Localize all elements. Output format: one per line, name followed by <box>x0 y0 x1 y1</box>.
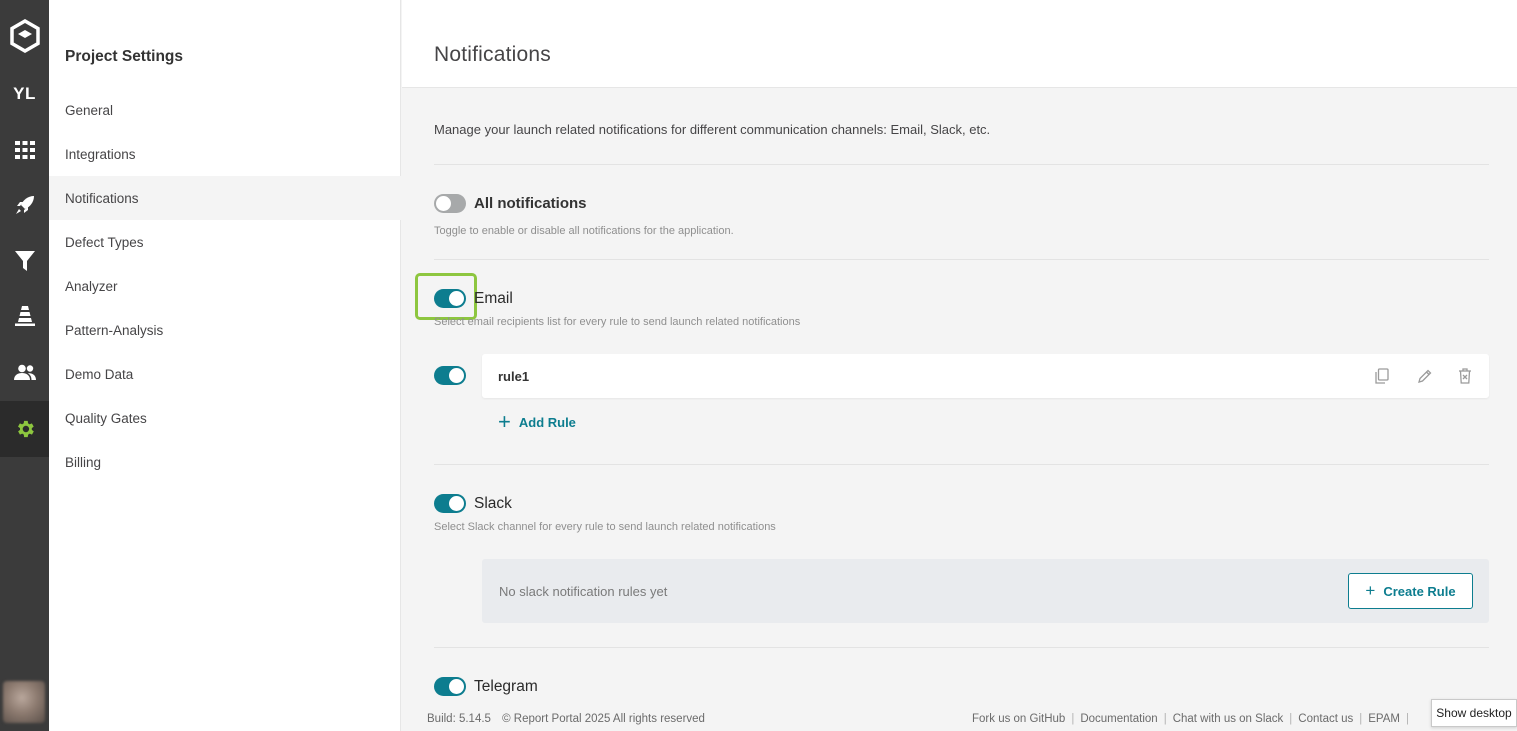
rule-name: rule1 <box>498 369 530 384</box>
email-rule-card[interactable]: rule1 <box>482 354 1489 398</box>
page-header: Notifications <box>402 0 1517 88</box>
slack-empty-text: No slack notification rules yet <box>499 584 668 599</box>
footer-link-documentation[interactable]: Documentation <box>1080 713 1157 725</box>
page-footer: Build: 5.14.5 © Report Portal 2025 All r… <box>427 711 1517 731</box>
footer-links: Fork us on GitHub | Documentation | Chat wit… <box>972 713 1410 725</box>
dashboard-grid-icon[interactable] <box>0 122 49 178</box>
telegram-toggle[interactable] <box>434 677 466 696</box>
show-desktop-tooltip: Show desktop <box>1431 699 1517 727</box>
settings-sidebar: Project Settings General Integrations No… <box>49 0 401 731</box>
rule1-toggle[interactable] <box>434 366 466 385</box>
add-rule-button[interactable]: + Add Rule <box>498 409 576 434</box>
footer-build-info: Build: 5.14.5 © Report Portal 2025 All r… <box>427 713 705 725</box>
slack-empty-state: No slack notification rules yet + Create… <box>482 559 1489 623</box>
copy-icon[interactable] <box>1373 367 1391 385</box>
report-portal-logo-icon[interactable] <box>0 8 49 64</box>
rocket-launches-icon[interactable] <box>0 177 49 233</box>
email-label: Email <box>474 290 513 307</box>
sidebar-item-defect-types[interactable]: Defect Types <box>49 220 401 264</box>
sidebar-item-integrations[interactable]: Integrations <box>49 132 401 176</box>
sidebar-item-quality-gates[interactable]: Quality Gates <box>49 396 401 440</box>
sidebar-item-analyzer[interactable]: Analyzer <box>49 264 401 308</box>
sidebar-item-billing[interactable]: Billing <box>49 440 401 484</box>
email-hint: Select email recipients list for every r… <box>434 316 801 328</box>
sidebar-item-demo-data[interactable]: Demo Data <box>49 352 401 396</box>
all-notifications-label: All notifications <box>474 195 587 212</box>
sidebar-item-notifications[interactable]: Notifications <box>49 176 401 220</box>
plus-icon: + <box>1365 581 1376 600</box>
footer-link-github[interactable]: Fork us on GitHub <box>972 713 1065 725</box>
slack-hint: Select Slack channel for every rule to s… <box>434 521 776 533</box>
debug-cone-icon[interactable] <box>0 288 49 344</box>
copyright: © Report Portal 2025 All rights reserved <box>502 713 705 725</box>
sidebar-title: Project Settings <box>65 48 183 65</box>
create-rule-button[interactable]: + Create Rule <box>1348 573 1473 609</box>
slack-label: Slack <box>474 495 512 512</box>
members-icon[interactable] <box>0 344 49 400</box>
main-nav-rail: YL <box>0 0 49 731</box>
main-content: Notifications Manage your launch related… <box>402 0 1517 731</box>
footer-link-contact[interactable]: Contact us <box>1298 713 1353 725</box>
page-description: Manage your launch related notifications… <box>434 122 991 137</box>
edit-pencil-icon[interactable] <box>1415 367 1433 385</box>
sidebar-item-pattern-analysis[interactable]: Pattern-Analysis <box>49 308 401 352</box>
divider <box>434 647 1489 648</box>
telegram-label: Telegram <box>474 678 538 695</box>
page-title: Notifications <box>434 43 551 66</box>
delete-trash-icon[interactable] <box>1456 367 1474 385</box>
footer-link-slack[interactable]: Chat with us on Slack <box>1173 713 1284 725</box>
project-selector[interactable]: YL <box>0 66 49 122</box>
all-notifications-toggle[interactable] <box>434 194 466 213</box>
slack-toggle[interactable] <box>434 494 466 513</box>
sidebar-item-general[interactable]: General <box>49 88 401 132</box>
plus-icon: + <box>498 409 511 434</box>
user-avatar[interactable] <box>3 681 45 723</box>
all-notifications-hint: Toggle to enable or disable all notifica… <box>434 225 734 237</box>
divider <box>434 259 1489 260</box>
build-version: Build: 5.14.5 <box>427 713 491 725</box>
add-rule-label: Add Rule <box>518 414 576 430</box>
project-initials: YL <box>13 84 36 103</box>
email-toggle[interactable] <box>434 289 466 308</box>
footer-link-epam[interactable]: EPAM <box>1368 713 1400 725</box>
filter-icon[interactable] <box>0 233 49 289</box>
settings-gear-icon[interactable] <box>0 401 49 457</box>
divider <box>434 464 1489 465</box>
divider <box>434 164 1489 165</box>
create-rule-label: Create Rule <box>1383 583 1456 599</box>
